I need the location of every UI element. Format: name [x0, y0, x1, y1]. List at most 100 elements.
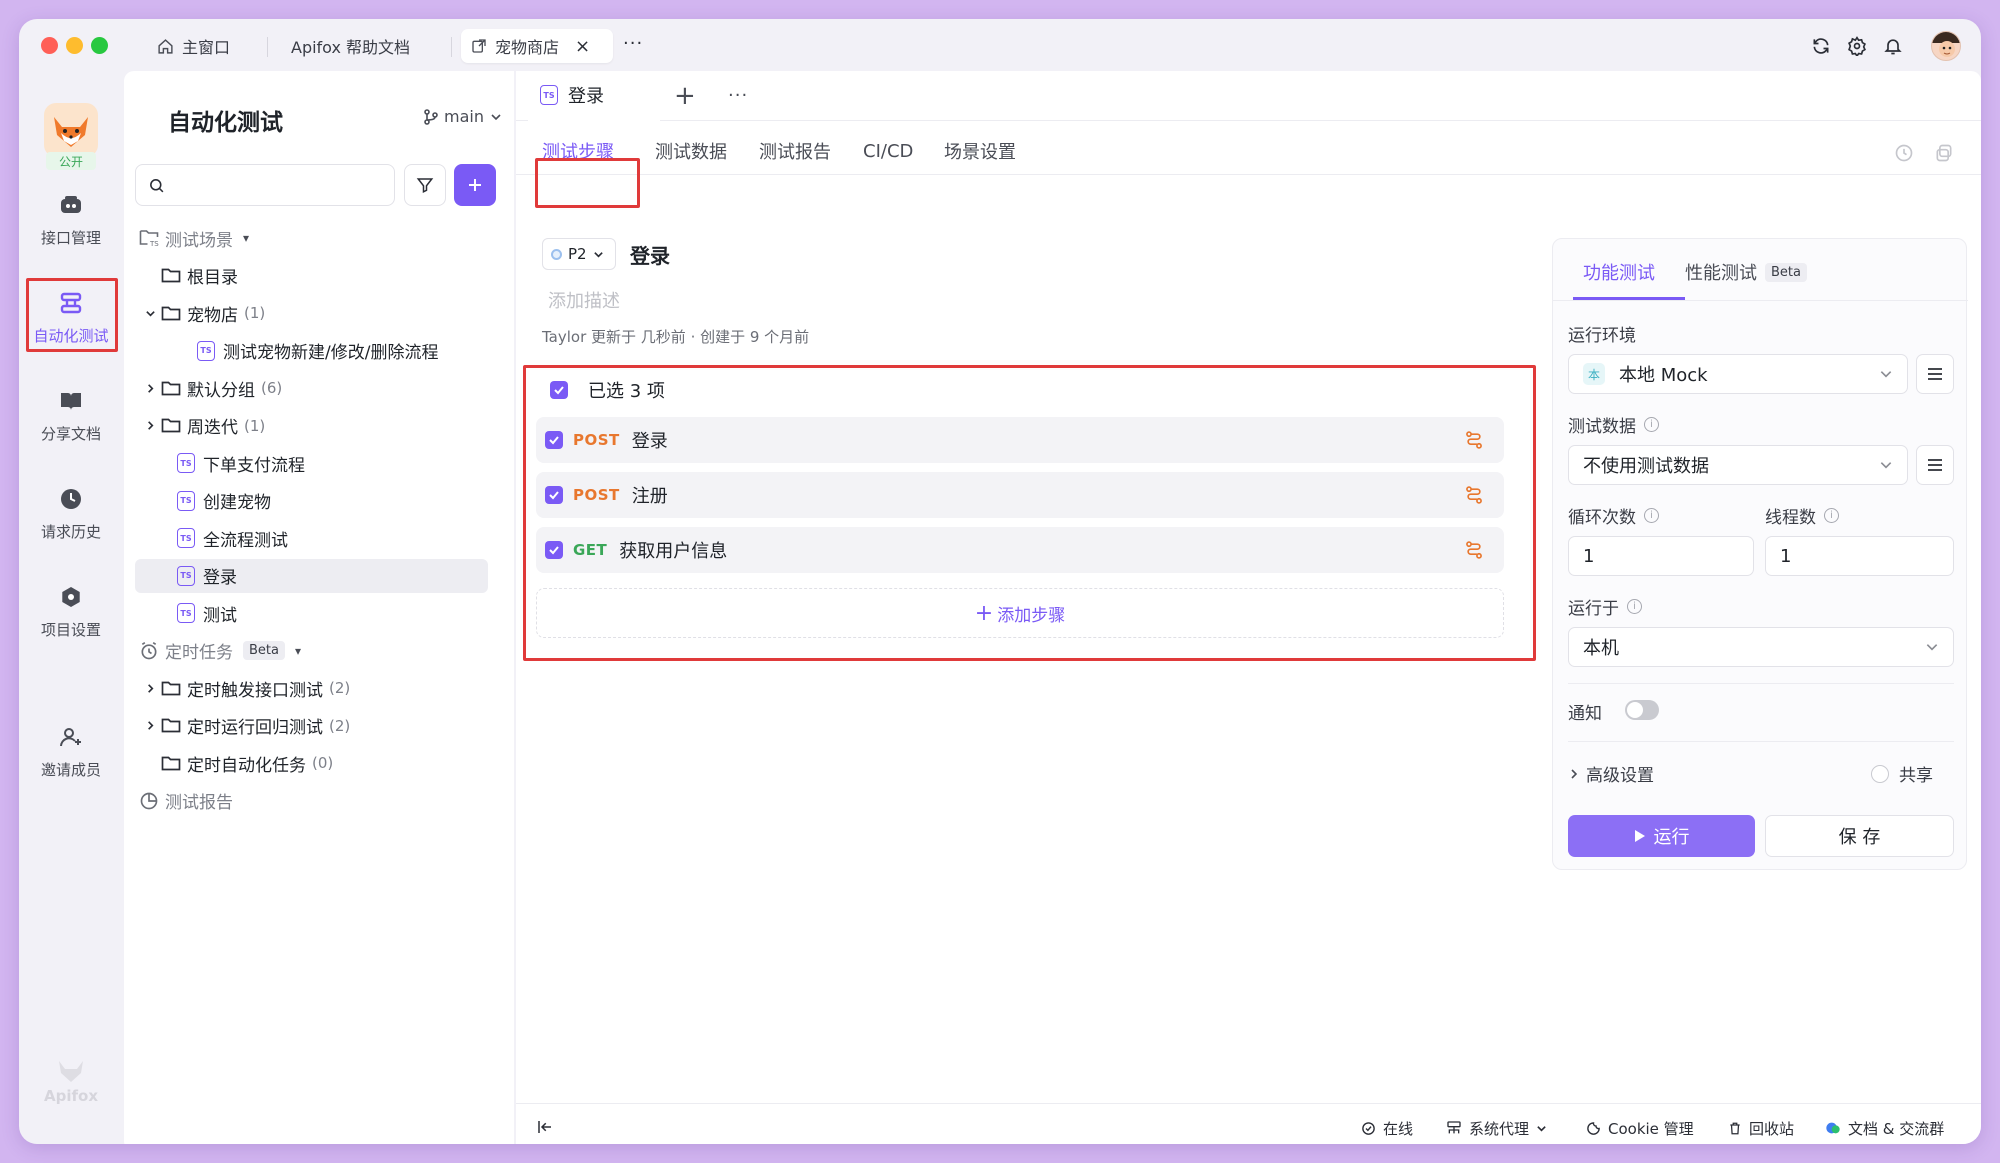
tree-folder[interactable]: 定时运行回归测试 (2) — [135, 709, 488, 743]
tab-test-data[interactable]: 测试数据 — [655, 129, 727, 173]
select-all-checkbox[interactable] — [550, 381, 568, 399]
close-window-button[interactable] — [41, 37, 58, 54]
share-link-icon[interactable] — [1934, 143, 1954, 163]
tree-folder[interactable]: 周迭代 (1) — [135, 409, 488, 443]
step-checkbox[interactable] — [545, 486, 563, 504]
tree-section[interactable]: TS 测试场景 ▾ — [135, 221, 488, 255]
tab-pet-store[interactable]: 宠物商店 × — [461, 29, 613, 63]
status-system-proxy[interactable]: 系统代理 — [1446, 1104, 1547, 1144]
status-cookie-manager[interactable]: Cookie 管理 — [1586, 1104, 1694, 1144]
tree-item[interactable]: TS 下单支付流程 — [135, 446, 488, 480]
tab-main-window[interactable]: 主窗口 — [147, 29, 240, 63]
bell-icon[interactable] — [1880, 33, 1906, 59]
tab-test-report[interactable]: 测试报告 — [759, 129, 831, 173]
rail-item-invite[interactable]: 邀请成员 — [19, 723, 123, 780]
add-step-button[interactable]: + 添加步骤 — [536, 588, 1504, 638]
chevron-right-icon[interactable] — [139, 420, 161, 431]
priority-selector[interactable]: P2 — [542, 238, 616, 270]
new-tab-button[interactable]: + — [674, 81, 696, 111]
tree-item[interactable]: TS 测试宠物新建/修改/删除流程 — [135, 334, 488, 368]
step-checkbox[interactable] — [545, 541, 563, 559]
close-tab-icon[interactable]: × — [575, 36, 590, 57]
more-tabs-button[interactable]: ··· — [623, 33, 643, 54]
chevron-right-icon[interactable] — [139, 683, 161, 694]
tree-folder[interactable]: 定时触发接口测试 (2) — [135, 671, 488, 705]
tree-item[interactable]: TS 测试 — [135, 596, 488, 630]
env-manage-button[interactable] — [1916, 354, 1954, 394]
caret-down-icon: ▾ — [294, 643, 302, 658]
description-input[interactable]: 添加描述 — [548, 287, 620, 313]
history-clock-icon[interactable] — [1894, 143, 1914, 163]
search-box[interactable] — [135, 164, 395, 206]
refresh-icon[interactable] — [1808, 33, 1834, 59]
tree-section[interactable]: 定时任务 Beta ▾ — [135, 634, 488, 668]
tab-scene-settings[interactable]: 场景设置 — [944, 129, 1016, 173]
tree-item[interactable]: TS 全流程测试 — [135, 521, 488, 555]
minimize-window-button[interactable] — [66, 37, 83, 54]
info-icon: i — [1644, 508, 1659, 523]
tree-folder[interactable]: 根目录 — [135, 259, 488, 293]
status-trash[interactable]: 回收站 — [1728, 1104, 1794, 1144]
tab-separator — [451, 37, 452, 57]
search-input[interactable] — [173, 176, 373, 194]
tree-folder[interactable]: 默认分组 (6) — [135, 371, 488, 405]
share-checkbox-row[interactable]: 共享 — [1871, 761, 1933, 786]
step-row[interactable]: POST 登录 — [536, 417, 1504, 463]
run-on-select[interactable]: 本机 — [1568, 627, 1954, 667]
thread-count-input[interactable]: 1 — [1765, 536, 1954, 576]
env-select[interactable]: 本 本地 Mock — [1568, 354, 1908, 394]
tab-test-steps[interactable]: 测试步骤 — [542, 129, 614, 173]
run-button[interactable]: 运行 — [1568, 815, 1755, 857]
subtab-bar: 测试步骤 测试数据 测试报告 CI/CD 场景设置 — [516, 129, 1981, 175]
rail-item-history[interactable]: 请求历史 — [19, 485, 123, 542]
api-link-icon[interactable] — [1464, 485, 1484, 505]
project-logo[interactable] — [44, 103, 98, 157]
chevron-right-icon[interactable] — [139, 720, 161, 731]
avatar[interactable] — [1931, 31, 1961, 61]
tree-section-label: 测试报告 — [165, 793, 233, 813]
filter-button[interactable] — [404, 164, 446, 206]
api-link-icon[interactable] — [1464, 430, 1484, 450]
chevron-down-icon[interactable] — [139, 308, 161, 319]
doc-tab-login[interactable]: TS 登录 — [528, 71, 660, 121]
rail-item-project-settings[interactable]: 项目设置 — [19, 583, 123, 640]
gear-icon[interactable] — [1844, 33, 1870, 59]
status-docs-community[interactable]: 文档 & 交流群 — [1825, 1104, 1944, 1144]
share-checkbox[interactable] — [1871, 764, 1889, 783]
tab-functional-test[interactable]: 功能测试 — [1583, 259, 1655, 285]
scene-meta: Taylor 更新于 几秒前 · 创建于 9 个月前 — [542, 328, 810, 346]
api-link-icon[interactable] — [1464, 540, 1484, 560]
env-badge: 本 — [1583, 363, 1605, 385]
add-button[interactable] — [454, 164, 496, 206]
tree-item[interactable]: TS 创建宠物 — [135, 484, 488, 518]
rail-item-automation[interactable]: 自动化测试 — [19, 289, 123, 346]
tree-folder[interactable]: 宠物店 (1) — [135, 296, 488, 330]
tab-apifox-help[interactable]: Apifox 帮助文档 — [281, 29, 420, 63]
tree-section[interactable]: 测试报告 — [135, 784, 488, 818]
chevron-right-icon — [1571, 768, 1578, 779]
tree-folder[interactable]: 定时自动化任务 (0) — [135, 746, 488, 780]
doc-tab-more-button[interactable]: ··· — [728, 85, 748, 106]
step-checkbox[interactable] — [545, 431, 563, 449]
advanced-settings-toggle[interactable]: 高级设置 — [1568, 761, 1654, 786]
branch-selector[interactable]: main — [424, 107, 502, 126]
tab-ci-cd[interactable]: CI/CD — [863, 129, 913, 173]
automation-icon — [57, 289, 85, 317]
save-button[interactable]: 保 存 — [1765, 815, 1954, 857]
rail-item-share-docs[interactable]: 分享文档 — [19, 387, 123, 444]
rail-item-api[interactable]: 接口管理 — [19, 191, 123, 248]
step-row[interactable]: POST 注册 — [536, 472, 1504, 518]
tab-performance-test[interactable]: 性能测试 Beta — [1685, 259, 1807, 285]
step-row[interactable]: GET 获取用户信息 — [536, 527, 1504, 573]
tree-item[interactable]: TS 登录 — [135, 558, 488, 593]
online-icon — [1362, 1121, 1375, 1135]
notify-toggle[interactable] — [1625, 700, 1659, 720]
select-all-row[interactable]: 已选 3 项 — [550, 377, 665, 403]
zoom-window-button[interactable] — [91, 37, 108, 54]
test-data-manage-button[interactable] — [1916, 445, 1954, 485]
loop-count-input[interactable]: 1 — [1568, 536, 1754, 576]
test-data-select[interactable]: 不使用测试数据 — [1568, 445, 1908, 485]
status-online[interactable]: 在线 — [1361, 1104, 1413, 1144]
chevron-right-icon[interactable] — [139, 383, 161, 394]
collapse-sidebar-icon[interactable] — [536, 1118, 554, 1136]
